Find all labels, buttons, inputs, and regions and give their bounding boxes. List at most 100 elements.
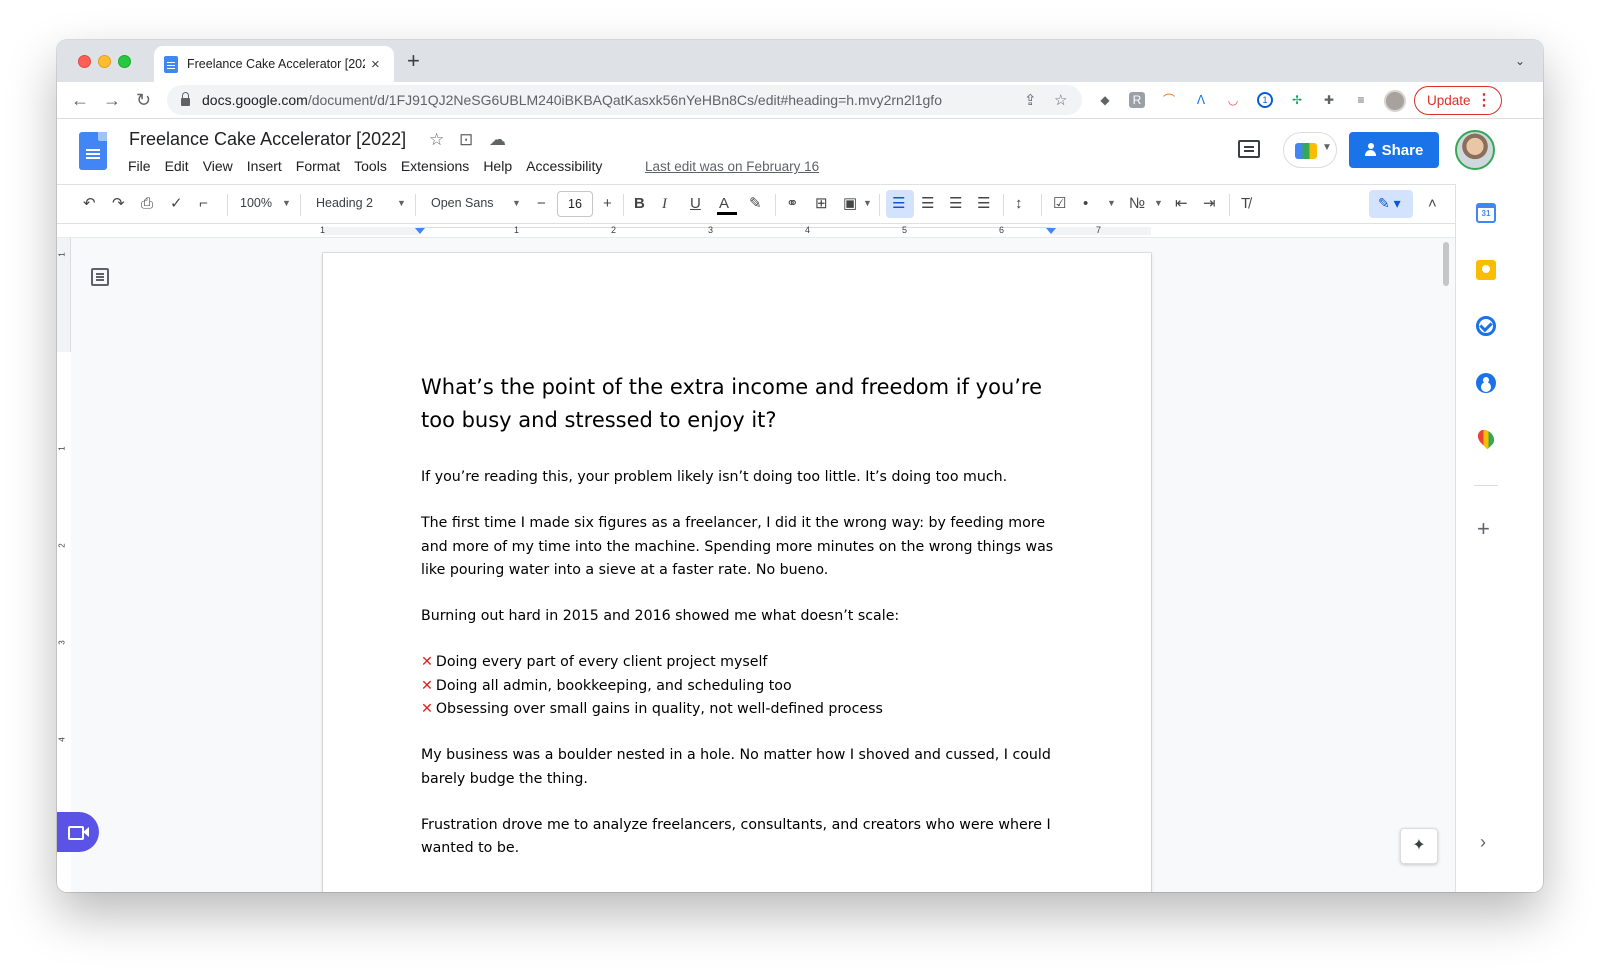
left-indent-marker[interactable] (415, 228, 425, 234)
decrease-font-size-button[interactable]: − (537, 195, 546, 213)
document-body[interactable]: What’s the point of the extra income and… (421, 371, 1061, 884)
star-icon[interactable]: ☆ (429, 130, 444, 150)
menu-file[interactable]: File (128, 158, 151, 174)
address-bar[interactable]: docs.google.com/document/d/1FJ91QJ2NeSG6… (167, 85, 1082, 115)
minimize-window-button[interactable] (98, 55, 111, 68)
align-left-icon[interactable]: ☰ (892, 195, 905, 213)
justify-icon[interactable]: ☰ (977, 195, 990, 213)
update-button[interactable]: Update ⋮ (1414, 86, 1502, 115)
1password-extension-icon[interactable]: 1 (1257, 92, 1273, 108)
kebab-menu-icon[interactable]: ⋮ (1476, 90, 1492, 110)
hummingbird-extension-icon[interactable]: ✢ (1289, 92, 1305, 108)
toolbar-divider (775, 194, 776, 216)
highlight-pen-icon[interactable]: ✎ (749, 195, 762, 213)
dropbox-extension-icon[interactable]: ◆ (1097, 92, 1113, 108)
paint-format-icon[interactable]: ⌐ (199, 195, 208, 213)
document-title[interactable]: Freelance Cake Accelerator [2022] (129, 129, 406, 150)
align-right-icon[interactable]: ☰ (949, 195, 962, 213)
last-edit-link[interactable]: Last edit was on February 16 (645, 159, 819, 174)
pocket-extension-icon[interactable]: ◡ (1225, 92, 1241, 108)
lock-icon[interactable] (181, 92, 190, 106)
calendar-icon[interactable]: 31 (1476, 203, 1496, 223)
menu-help[interactable]: Help (483, 158, 512, 174)
keep-icon[interactable] (1476, 260, 1496, 280)
style-select[interactable]: Heading 2 (316, 196, 373, 210)
reload-button[interactable]: ↻ (136, 90, 151, 110)
image-caret-icon[interactable]: ▼ (863, 198, 872, 208)
get-addons-button[interactable]: + (1477, 518, 1490, 540)
document-outline-icon[interactable] (91, 268, 109, 286)
menu-format[interactable]: Format (296, 158, 340, 174)
caret-down-icon: ▼ (1322, 142, 1332, 153)
font-select[interactable]: Open Sans (431, 196, 494, 210)
right-indent-marker[interactable] (1046, 228, 1056, 234)
tab-close-icon[interactable]: × (371, 56, 380, 73)
zoom-caret-icon[interactable]: ▼ (282, 198, 291, 208)
numbered-list-icon[interactable]: № (1129, 195, 1145, 213)
menu-tools[interactable]: Tools (354, 158, 387, 174)
spellcheck-icon[interactable]: ✓ (170, 195, 183, 213)
maps-icon[interactable] (1474, 426, 1498, 450)
line-spacing-icon[interactable]: ↕ (1015, 195, 1023, 213)
rainbow-extension-icon[interactable]: ⌒ (1161, 92, 1177, 108)
forward-button[interactable]: → (103, 90, 121, 110)
insert-link-icon[interactable]: ⚭ (786, 195, 799, 213)
menu-insert[interactable]: Insert (247, 158, 282, 174)
underline-button[interactable]: U (690, 195, 701, 213)
text-color-button[interactable]: A (719, 195, 729, 213)
menu-view[interactable]: View (203, 158, 233, 174)
menu-accessibility[interactable]: Accessibility (526, 158, 602, 174)
insert-image-icon[interactable]: ▣ (843, 195, 857, 213)
maximize-window-button[interactable] (118, 55, 131, 68)
increase-font-size-button[interactable]: + (603, 195, 612, 213)
align-center-icon[interactable]: ☰ (921, 195, 934, 213)
menu-extensions[interactable]: Extensions (401, 158, 469, 174)
vertical-scrollbar-thumb[interactable] (1443, 242, 1449, 286)
profile-avatar[interactable] (1384, 90, 1406, 112)
reading-list-icon[interactable]: ≡ (1353, 92, 1369, 108)
share-page-icon[interactable]: ⇪ (1024, 91, 1037, 109)
editing-mode-button[interactable]: ✎ ▾ (1369, 190, 1413, 218)
comments-icon[interactable] (1238, 140, 1260, 158)
bookmark-star-icon[interactable]: ☆ (1054, 91, 1067, 109)
new-tab-button[interactable]: + (407, 50, 420, 72)
bold-button[interactable]: B (634, 195, 645, 213)
zoom-select[interactable]: 100% (240, 196, 272, 210)
video-record-button[interactable] (57, 812, 99, 852)
redo-icon[interactable]: ↷ (112, 195, 125, 213)
style-caret-icon[interactable]: ▼ (397, 198, 406, 208)
bullet-caret-icon[interactable]: ▼ (1107, 198, 1116, 208)
increase-indent-icon[interactable]: ⇥ (1203, 195, 1216, 213)
undo-icon[interactable]: ↶ (83, 195, 96, 213)
clickup-extension-icon[interactable]: ᐱ (1193, 92, 1209, 108)
close-window-button[interactable] (78, 55, 91, 68)
r-extension-icon[interactable]: R (1129, 92, 1145, 108)
extensions-puzzle-icon[interactable]: ✚ (1321, 92, 1337, 108)
checklist-icon[interactable]: ☑ (1053, 195, 1066, 213)
share-button[interactable]: Share (1349, 132, 1439, 168)
cloud-status-icon[interactable]: ☁ (489, 130, 506, 150)
contacts-icon[interactable] (1476, 373, 1496, 393)
hide-side-panel-chevron-icon[interactable]: › (1480, 832, 1486, 853)
docs-logo-icon[interactable] (79, 132, 107, 170)
font-size-input[interactable]: 16 (557, 191, 593, 217)
decrease-indent-icon[interactable]: ⇤ (1175, 195, 1188, 213)
explore-button[interactable]: ✦ (1400, 828, 1438, 864)
clear-formatting-icon[interactable]: T̸ (1241, 195, 1250, 213)
numbered-caret-icon[interactable]: ▼ (1154, 198, 1163, 208)
back-button[interactable]: ← (71, 90, 89, 110)
move-folder-icon[interactable]: ⊡ (459, 130, 473, 150)
browser-tab-active[interactable]: Freelance Cake Accelerator [2022] × (154, 46, 394, 82)
meet-button[interactable]: ▼ (1283, 132, 1337, 168)
print-icon[interactable]: ⎙ (141, 195, 153, 213)
font-caret-icon[interactable]: ▼ (512, 198, 521, 208)
tab-search-chevron-icon[interactable]: ⌄ (1515, 54, 1525, 68)
account-avatar[interactable] (1455, 130, 1495, 170)
tasks-icon[interactable] (1476, 316, 1496, 336)
document-page[interactable]: What’s the point of the extra income and… (323, 253, 1151, 892)
menu-edit[interactable]: Edit (165, 158, 189, 174)
bulleted-list-icon[interactable]: • (1083, 195, 1088, 213)
italic-button[interactable]: I (662, 195, 667, 213)
add-comment-icon[interactable]: ⊞ (815, 195, 828, 213)
collapse-menus-chevron-icon[interactable]: ˄ (1428, 195, 1437, 213)
